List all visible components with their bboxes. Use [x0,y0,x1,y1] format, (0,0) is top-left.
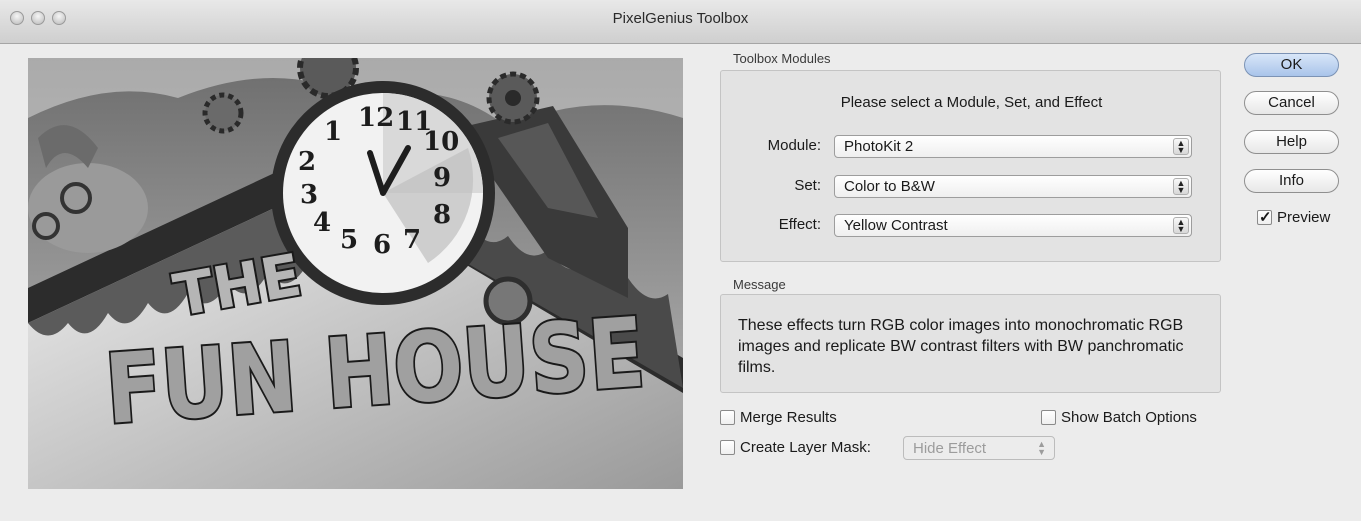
message-group-label: Message [733,277,786,292]
modules-group-label: Toolbox Modules [733,51,831,66]
window-title: PixelGenius Toolbox [612,10,749,27]
clock-2: 2 [298,147,316,177]
module-select-value: PhotoKit 2 [844,138,914,155]
clock-6: 6 [373,230,391,260]
clock-8: 8 [433,200,451,230]
info-button[interactable]: Info [1244,169,1339,193]
clock-9: 9 [433,163,451,193]
merge-results-checkbox[interactable]: Merge Results [720,409,837,426]
clock-7: 7 [403,225,421,255]
create-layer-mask-box[interactable] [720,440,735,455]
effect-label: Effect: [778,216,821,233]
title-bar: PixelGenius Toolbox [0,0,1361,44]
dialog-window: PixelGenius Toolbox 12 11 10 9 8 7 6 5 4… [0,0,1361,521]
module-label: Module: [767,137,821,154]
layer-mask-select[interactable]: Hide Effect ▲ ▼ [903,436,1055,460]
ok-button[interactable]: OK [1244,53,1339,77]
create-layer-mask-label: Create Layer Mask: [740,439,871,456]
message-panel: These effects turn RGB color images into… [720,294,1221,393]
preview-image: 12 11 10 9 8 7 6 5 4 3 2 1 THE FUN HOUSE [28,58,683,489]
clock-12: 12 [358,103,394,133]
clock-10: 10 [423,127,459,157]
message-text: These effects turn RGB color images into… [738,317,1184,376]
updown-arrows-icon: ▲ ▼ [1173,138,1189,155]
cancel-button[interactable]: Cancel [1244,91,1339,115]
modules-prompt: Please select a Module, Set, and Effect [840,94,1103,111]
show-batch-options-label: Show Batch Options [1061,409,1197,426]
preview-checkbox[interactable]: Preview [1257,208,1331,226]
clock-5: 5 [340,225,358,255]
updown-arrows-icon: ▲ ▼ [1173,178,1189,195]
create-layer-mask-checkbox[interactable]: Create Layer Mask: [720,439,871,456]
set-select[interactable]: Color to B&W ▲ ▼ [834,175,1192,198]
preview-label: Preview [1277,209,1331,226]
merge-results-box[interactable] [720,410,735,425]
help-button[interactable]: Help [1244,130,1339,154]
modules-panel: Please select a Module, Set, and Effect … [720,70,1221,262]
effect-select[interactable]: Yellow Contrast ▲ ▼ [834,214,1192,237]
merge-results-label: Merge Results [740,409,837,426]
module-select[interactable]: PhotoKit 2 ▲ ▼ [834,135,1192,158]
clock-3: 3 [300,180,318,210]
show-batch-options-box[interactable] [1041,410,1056,425]
layer-mask-select-value: Hide Effect [913,440,987,457]
checkmark-icon[interactable] [1257,208,1272,226]
updown-arrows-icon: ▲ ▼ [1037,439,1046,457]
set-select-value: Color to B&W [844,178,935,195]
fun-house-photo: 12 11 10 9 8 7 6 5 4 3 2 1 THE FUN HOUSE [28,58,683,489]
show-batch-options-checkbox[interactable]: Show Batch Options [1041,409,1197,426]
clock-4: 4 [313,208,331,238]
set-label: Set: [794,177,821,194]
clock-1: 1 [324,117,342,147]
effect-select-value: Yellow Contrast [844,217,948,234]
updown-arrows-icon: ▲ ▼ [1173,217,1189,234]
